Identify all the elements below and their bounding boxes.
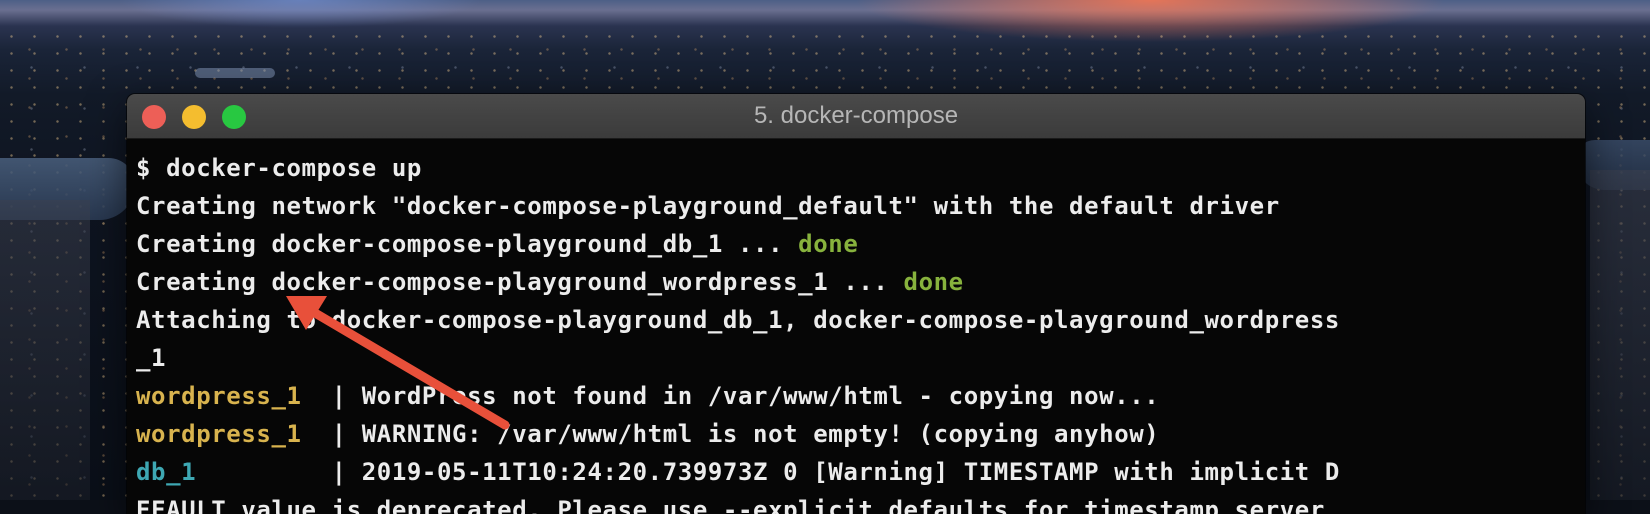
terminal-line: Creating docker-compose-playground_db_1 … xyxy=(136,225,1576,263)
terminal-text: _1 xyxy=(136,344,167,372)
terminal-window: 5. docker-compose $ docker-compose up Cre… xyxy=(127,94,1585,514)
wallpaper-building xyxy=(1590,170,1650,500)
terminal-line: db_1 | 2019-05-11T10:24:20.739973Z 0 [Wa… xyxy=(136,453,1576,491)
title-bar[interactable]: 5. docker-compose xyxy=(127,94,1585,139)
terminal-text: done xyxy=(798,230,859,258)
terminal-text: Creating network "docker-compose-playgro… xyxy=(136,192,1280,220)
terminal-text: done xyxy=(903,268,964,296)
wallpaper-building xyxy=(0,200,90,500)
terminal-line: wordpress_1 | WordPress not found in /va… xyxy=(136,377,1576,415)
terminal-text: $ docker-compose up xyxy=(136,154,422,182)
terminal-line: Creating network "docker-compose-playgro… xyxy=(136,187,1576,225)
terminal-text: Creating docker-compose-playground_wordp… xyxy=(136,268,904,296)
terminal-text: Attaching to docker-compose-playground_d… xyxy=(136,306,1340,334)
terminal-output[interactable]: $ docker-compose up Creating network "doc… xyxy=(127,139,1585,514)
terminal-line: Creating docker-compose-playground_wordp… xyxy=(136,263,1576,301)
terminal-line: Attaching to docker-compose-playground_d… xyxy=(136,301,1576,339)
terminal-text: | 2019-05-11T10:24:20.739973Z 0 [Warning… xyxy=(331,458,1340,486)
terminal-line: _1 xyxy=(136,339,1576,377)
window-title: 5. docker-compose xyxy=(753,102,959,129)
terminal-text: db_1 xyxy=(136,458,332,486)
terminal-text: wordpress_1 xyxy=(136,382,332,410)
terminal-line: EFAULT value is deprecated. Please use -… xyxy=(136,491,1576,514)
terminal-text: wordpress_1 xyxy=(136,420,332,448)
terminal-text: Creating docker-compose-playground_db_1 … xyxy=(136,230,799,258)
terminal-line: wordpress_1 | WARNING: /var/www/html is … xyxy=(136,415,1576,453)
terminal-text: | WordPress not found in /var/www/html -… xyxy=(331,382,1160,410)
terminal-line: $ docker-compose up xyxy=(136,149,1576,187)
terminal-text: | WARNING: /var/www/html is not empty! (… xyxy=(331,420,1160,448)
terminal-text: EFAULT value is deprecated. Please use -… xyxy=(136,496,1325,514)
wallpaper-lake xyxy=(195,68,275,78)
